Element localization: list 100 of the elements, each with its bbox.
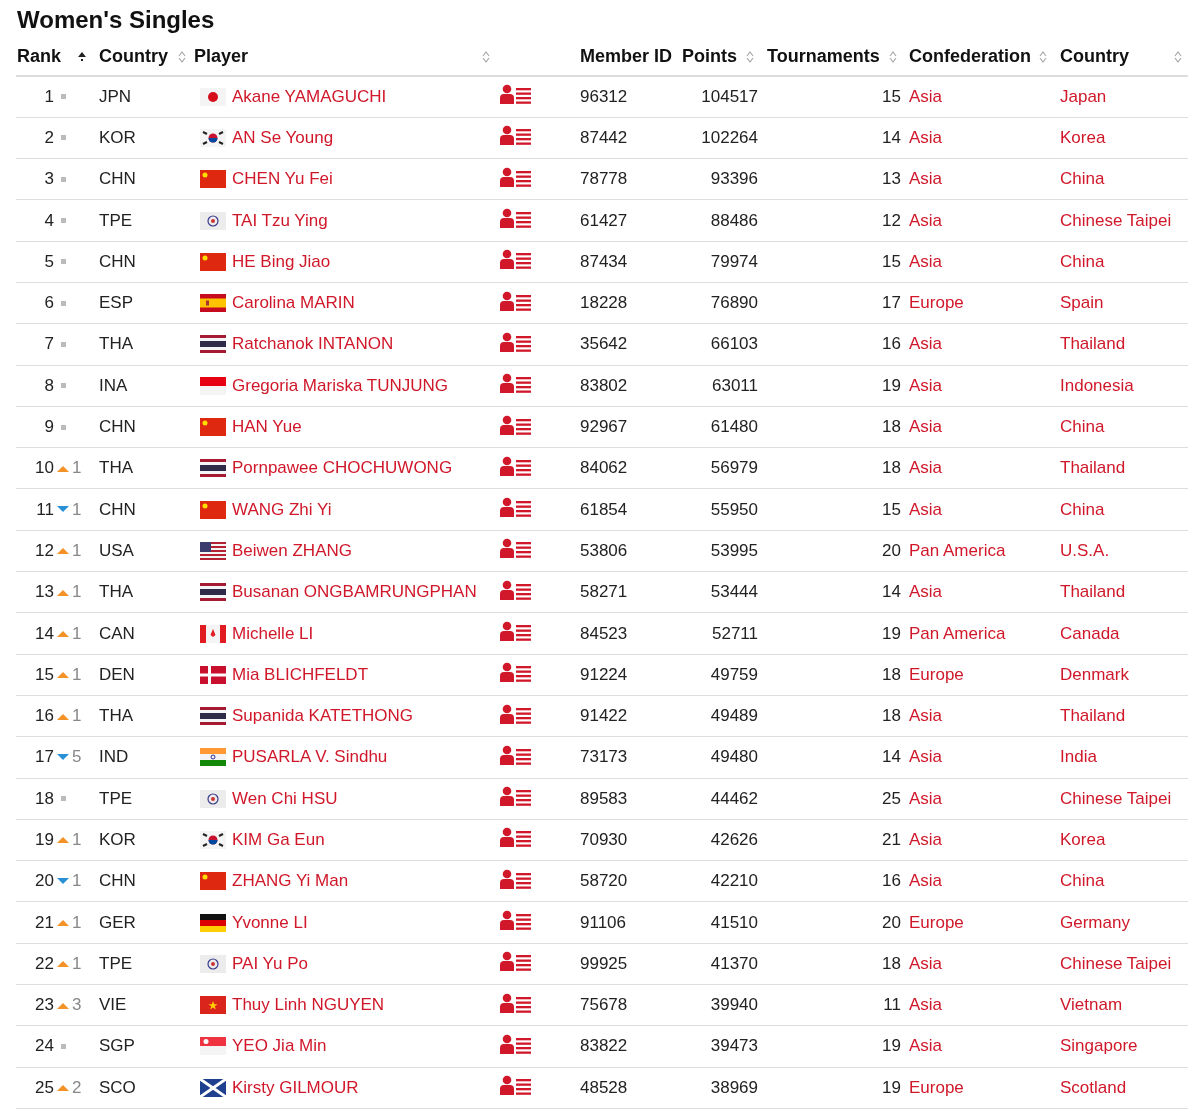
- player-link[interactable]: Pornpawee CHOCHUWONG: [232, 458, 453, 479]
- confederation-link[interactable]: Asia: [909, 334, 943, 354]
- column-header[interactable]: Tournaments: [767, 46, 880, 67]
- player-link[interactable]: Carolina MARIN: [232, 293, 355, 314]
- confederation-link[interactable]: Asia: [909, 210, 943, 230]
- player-link[interactable]: Michelle LI: [232, 623, 314, 644]
- player-link[interactable]: HE Bing Jiao: [232, 251, 331, 272]
- player-link[interactable]: CHEN Yu Fei: [232, 169, 333, 190]
- player-profile-icon[interactable]: [500, 455, 531, 476]
- player-profile-icon[interactable]: [500, 868, 531, 889]
- confederation-link[interactable]: Europe: [909, 912, 964, 932]
- player-link[interactable]: PUSARLA V. Sindhu: [232, 747, 388, 768]
- country-link[interactable]: Korea: [1060, 127, 1106, 147]
- player-profile-icon[interactable]: [500, 414, 531, 435]
- player-profile-icon[interactable]: [500, 1075, 531, 1096]
- country-link[interactable]: Thailand: [1060, 458, 1126, 478]
- country-link[interactable]: Scotland: [1060, 1077, 1127, 1097]
- column-header[interactable]: Country: [99, 46, 168, 67]
- player-link[interactable]: YEO Jia Min: [232, 1036, 327, 1057]
- confederation-link[interactable]: Europe: [909, 1077, 964, 1097]
- player-link[interactable]: Kirsty GILMOUR: [232, 1077, 359, 1098]
- player-link[interactable]: HAN Yue: [232, 417, 302, 437]
- country-link[interactable]: Chinese Taipei: [1060, 953, 1172, 973]
- player-link[interactable]: Ratchanok INTANON: [232, 334, 394, 355]
- country-link[interactable]: China: [1060, 499, 1105, 519]
- country-link[interactable]: China: [1060, 871, 1105, 891]
- column-header[interactable]: Points: [682, 46, 737, 67]
- player-link[interactable]: ZHANG Yi Man: [232, 871, 349, 892]
- confederation-link[interactable]: Asia: [909, 582, 943, 602]
- player-profile-icon[interactable]: [500, 1033, 531, 1054]
- player-link[interactable]: PAI Yu Po: [232, 953, 308, 974]
- player-link[interactable]: Beiwen ZHANG: [232, 540, 352, 561]
- confederation-link[interactable]: Asia: [909, 706, 943, 726]
- confederation-link[interactable]: Pan America: [909, 623, 1006, 643]
- country-link[interactable]: Denmark: [1060, 664, 1129, 684]
- confederation-link[interactable]: Asia: [909, 86, 943, 106]
- player-link[interactable]: Mia BLICHFELDT: [232, 664, 369, 685]
- player-profile-icon[interactable]: [500, 290, 531, 311]
- player-link[interactable]: Thuy Linh NGUYEN: [232, 995, 385, 1016]
- player-link[interactable]: Gregoria Mariska TUNJUNG: [232, 375, 448, 396]
- player-profile-icon[interactable]: [500, 579, 531, 600]
- confederation-link[interactable]: Asia: [909, 499, 943, 519]
- player-profile-icon[interactable]: [500, 538, 531, 559]
- country-link[interactable]: Thailand: [1060, 706, 1126, 726]
- confederation-link[interactable]: Asia: [909, 830, 943, 849]
- player-link[interactable]: Busanan ONGBAMRUNGPHAN: [232, 582, 477, 603]
- confederation-link[interactable]: Pan America: [909, 540, 1006, 560]
- confederation-link[interactable]: Asia: [909, 169, 943, 189]
- country-link[interactable]: Indonesia: [1060, 375, 1134, 395]
- player-profile-icon[interactable]: [500, 992, 531, 1013]
- confederation-link[interactable]: Asia: [909, 747, 943, 767]
- country-link[interactable]: China: [1060, 251, 1105, 271]
- column-header[interactable]: Rank: [17, 46, 61, 67]
- player-link[interactable]: Akane YAMAGUCHI: [232, 86, 387, 107]
- player-profile-icon[interactable]: [500, 951, 531, 972]
- sort-icon[interactable]: [78, 51, 86, 62]
- confederation-link[interactable]: Asia: [909, 1036, 943, 1056]
- confederation-link[interactable]: Europe: [909, 664, 964, 684]
- confederation-link[interactable]: Asia: [909, 458, 943, 478]
- player-link[interactable]: KIM Ga Eun: [232, 830, 325, 850]
- country-link[interactable]: U.S.A.: [1060, 540, 1110, 560]
- confederation-link[interactable]: Asia: [909, 375, 943, 395]
- confederation-link[interactable]: Asia: [909, 251, 943, 271]
- country-link[interactable]: Korea: [1060, 830, 1106, 849]
- player-profile-icon[interactable]: [500, 249, 531, 270]
- country-link[interactable]: Japan: [1060, 86, 1107, 106]
- player-link[interactable]: WANG Zhi Yi: [232, 499, 332, 520]
- player-link[interactable]: Yvonne LI: [232, 912, 308, 933]
- country-link[interactable]: China: [1060, 417, 1105, 436]
- player-link[interactable]: Wen Chi HSU: [232, 788, 338, 809]
- country-link[interactable]: Canada: [1060, 623, 1120, 643]
- country-link[interactable]: Vietnam: [1060, 995, 1123, 1015]
- confederation-link[interactable]: Europe: [909, 293, 964, 313]
- country-link[interactable]: Chinese Taipei: [1060, 788, 1172, 808]
- player-link[interactable]: Supanida KATETHONG: [232, 706, 414, 727]
- confederation-link[interactable]: Asia: [909, 127, 943, 147]
- player-profile-icon[interactable]: [500, 827, 531, 848]
- player-profile-icon[interactable]: [500, 331, 531, 352]
- player-profile-icon[interactable]: [500, 166, 531, 187]
- confederation-link[interactable]: Asia: [909, 995, 943, 1015]
- country-link[interactable]: Chinese Taipei: [1060, 210, 1172, 230]
- player-profile-icon[interactable]: [500, 621, 531, 641]
- country-link[interactable]: Germany: [1060, 912, 1130, 932]
- player-profile-icon[interactable]: [500, 703, 531, 724]
- player-profile-icon[interactable]: [500, 84, 531, 105]
- country-link[interactable]: Thailand: [1060, 582, 1126, 602]
- player-profile-icon[interactable]: [500, 373, 531, 394]
- player-profile-icon[interactable]: [500, 125, 531, 146]
- country-link[interactable]: Thailand: [1060, 334, 1126, 354]
- player-profile-icon[interactable]: [500, 662, 531, 683]
- confederation-link[interactable]: Asia: [909, 871, 943, 891]
- country-link[interactable]: China: [1060, 169, 1105, 189]
- player-link[interactable]: TAI Tzu Ying: [232, 210, 328, 231]
- column-header[interactable]: Confederation: [909, 46, 1031, 67]
- player-profile-icon[interactable]: [500, 786, 531, 807]
- player-profile-icon[interactable]: [500, 497, 531, 518]
- column-header[interactable]: Player: [194, 46, 249, 67]
- player-profile-icon[interactable]: [500, 910, 531, 931]
- player-profile-icon[interactable]: [500, 744, 531, 765]
- country-link[interactable]: Singapore: [1060, 1036, 1138, 1056]
